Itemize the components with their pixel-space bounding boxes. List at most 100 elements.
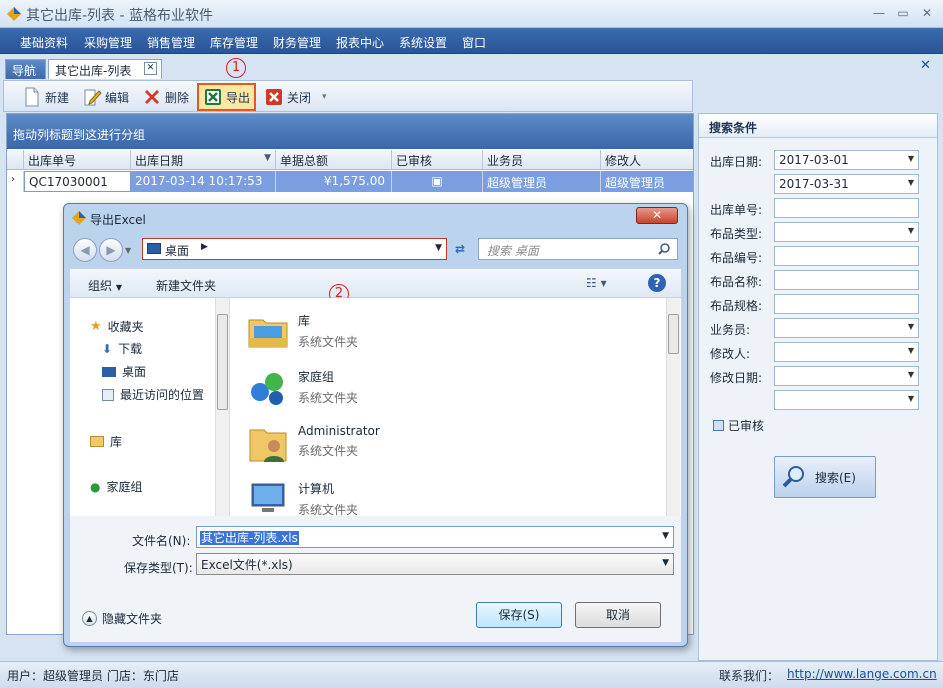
menu-finance[interactable]: 财务管理 [273, 34, 321, 51]
dropdown-arrow-icon: ▼ [907, 394, 914, 403]
col-header-staff[interactable]: 业务员 [483, 150, 601, 170]
nav-downloads[interactable]: ⬇ 下载 [102, 340, 142, 357]
toolbar: 新建 编辑 删除 导出 关闭 ▾ [3, 80, 693, 112]
close-button[interactable]: 关闭 [264, 85, 311, 109]
fabric-code-input[interactable] [774, 246, 919, 266]
date-from-picker[interactable]: 2017-03-01 ▼ [774, 150, 919, 170]
edit-button[interactable]: 编辑 [82, 85, 129, 109]
col-header-outbound-no[interactable]: 出库单号 [24, 150, 131, 170]
menu-reports[interactable]: 报表中心 [336, 34, 384, 51]
nav-scroll-thumb[interactable] [217, 314, 228, 410]
edit-pencil-icon [84, 89, 102, 106]
nav-favorites[interactable]: ★ 收藏夹 [90, 318, 144, 335]
address-bar[interactable]: 桌面 ▶ ▼ [142, 238, 447, 260]
download-icon: ⬇ [102, 341, 113, 356]
modified-date-from-picker[interactable]: ▼ [774, 366, 919, 386]
file-type: 系统文件夹 [298, 444, 359, 458]
file-list: 库系统文件夹 家庭组 系统文件夹 Administrator 系统文件夹 计算机 系统… [232, 298, 681, 517]
excel-icon [205, 89, 221, 105]
cell-outbound-date[interactable]: 2017-03-14 10:17:53 [131, 171, 276, 192]
menu-sales[interactable]: 销售管理 [147, 34, 195, 51]
date-to-picker[interactable]: 2017-03-31 ▼ [774, 174, 919, 194]
list-item[interactable]: 家庭组 系统文件夹 [246, 366, 358, 410]
nav-downloads-label: 下载 [118, 342, 143, 356]
new-button[interactable]: 新建 [22, 85, 69, 109]
fabric-name-input[interactable] [774, 270, 919, 290]
label-staff: 业务员: [710, 323, 751, 337]
menu-basic-data[interactable]: 基础资料 [20, 34, 68, 51]
back-arrow-icon[interactable]: ◀ [73, 238, 97, 262]
file-scrollbar[interactable] [666, 298, 680, 516]
checkbox-indeterminate-icon [713, 420, 724, 431]
cell-outbound-no[interactable]: QC17030001 [24, 171, 131, 192]
nav-recent[interactable]: 最近访问的位置 [102, 386, 204, 403]
close-icon[interactable]: ✕ [920, 58, 931, 73]
file-scroll-thumb[interactable] [668, 314, 679, 354]
dialog-close-button[interactable]: ✕ [636, 207, 678, 224]
menu-purchase[interactable]: 采购管理 [84, 34, 132, 51]
toolbar-overflow-icon[interactable]: ▾ [322, 85, 327, 109]
filename-label: 文件名(N): [132, 534, 191, 548]
website-link[interactable]: http://www.lange.com.cn [787, 667, 937, 681]
dialog-search-input[interactable]: 搜索 桌面 [478, 238, 678, 260]
status-bar: 用户：超级管理员 门店：东门店 联系我们： http://www.lange.c… [0, 661, 943, 688]
nav-library[interactable]: 库 [90, 433, 122, 450]
fabric-spec-input[interactable] [774, 294, 919, 314]
export-button[interactable]: 导出 [197, 83, 256, 111]
address-dropdown-icon[interactable]: ▼ [435, 243, 442, 253]
hide-folders-toggle[interactable]: ▲ 隐藏文件夹 [82, 610, 162, 627]
close-window-button[interactable]: ✕ [916, 4, 938, 22]
list-item[interactable]: Administrator 系统文件夹 [246, 422, 380, 466]
export-button-label: 导出 [226, 90, 251, 105]
cell-total[interactable]: ¥1,575.00 [276, 171, 392, 192]
nav-scrollbar[interactable] [215, 298, 229, 516]
col-header-outbound-date[interactable]: 出库日期 ▼ [131, 150, 276, 170]
help-icon[interactable]: ? [648, 274, 666, 292]
search-panel: 搜索条件 出库日期: 2017-03-01 ▼ 2017-03-31 ▼ 出库单号:… [698, 113, 938, 661]
modifier-select[interactable]: ▼ [774, 342, 919, 362]
menu-inventory[interactable]: 库存管理 [210, 34, 258, 51]
fabric-type-select[interactable]: ▼ [774, 222, 919, 242]
list-item[interactable]: 库系统文件夹 [246, 310, 358, 354]
close-button-label: 关闭 [287, 90, 312, 105]
filename-input[interactable]: 其它出库-列表.xls ▼ [196, 526, 674, 548]
approved-checkbox[interactable]: 已审核 [713, 417, 764, 434]
nav-homegroup[interactable]: ● 家庭组 [90, 478, 143, 495]
menu-settings[interactable]: 系统设置 [399, 34, 447, 51]
table-row[interactable]: › QC17030001 2017-03-14 10:17:53 ¥1,575.… [7, 171, 693, 192]
delete-button[interactable]: 删除 [142, 85, 189, 109]
search-button[interactable]: 搜索(E) [774, 456, 876, 498]
col-header-total[interactable]: 单据总额 [276, 150, 392, 170]
maximize-button[interactable]: ▭ [892, 4, 914, 22]
filetype-select[interactable]: Excel文件(*.xls) ▼ [196, 553, 674, 575]
view-options-icon[interactable]: ☷ ▾ [586, 276, 607, 290]
cancel-button[interactable]: 取消 [575, 602, 661, 628]
dropdown-arrow-icon: ▼ [907, 322, 914, 331]
staff-select[interactable]: ▼ [774, 318, 919, 338]
minimize-button[interactable]: — [868, 4, 890, 22]
dropdown-arrow-icon[interactable]: ▼ [662, 531, 669, 541]
breadcrumb-chevron-icon[interactable]: ▶ [201, 242, 208, 252]
save-button[interactable]: 保存(S) [476, 602, 562, 628]
dialog-app-icon [72, 211, 86, 225]
history-dropdown-icon[interactable]: ▼ [125, 238, 131, 262]
cell-approved-checkbox[interactable]: ▣ [392, 171, 483, 192]
refresh-icon[interactable]: ⇄ [449, 238, 471, 260]
tab-navigation[interactable]: 导航 [5, 59, 46, 79]
user-folder-icon [249, 429, 287, 462]
new-folder-button[interactable]: 新建文件夹 [156, 277, 216, 294]
outbound-no-input[interactable] [774, 198, 919, 218]
organize-button[interactable]: 组织 ▼ [88, 277, 122, 294]
menu-window[interactable]: 窗口 [462, 34, 486, 51]
col-header-modifier[interactable]: 修改人 [601, 150, 693, 170]
forward-arrow-icon[interactable]: ▶ [99, 238, 123, 262]
col-header-approved[interactable]: 已审核 [392, 150, 483, 170]
modified-date-to-picker[interactable]: ▼ [774, 390, 919, 410]
file-name: 家庭组 [298, 370, 335, 384]
tab-close-icon[interactable]: ✕ [144, 62, 157, 75]
new-document-icon [25, 87, 39, 107]
cell-modifier[interactable]: 超级管理员 [601, 171, 693, 192]
cell-staff[interactable]: 超级管理员 [483, 171, 601, 192]
nav-desktop[interactable]: 桌面 [102, 363, 146, 380]
dropdown-arrow-icon: ▼ [115, 283, 122, 292]
